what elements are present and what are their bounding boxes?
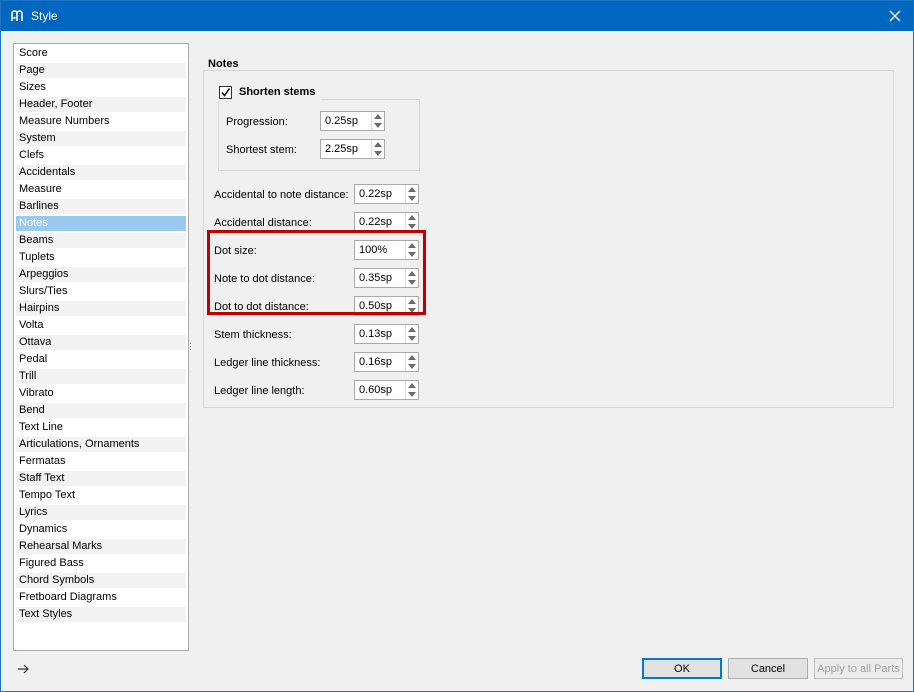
sidebar-item-barlines[interactable]: Barlines <box>16 199 186 214</box>
accidental-distance-spinbox[interactable]: 0.22sp <box>354 212 419 232</box>
accidental-distance-value[interactable]: 0.22sp <box>359 216 392 228</box>
musescore-app-icon <box>11 10 23 21</box>
sidebar-item-score[interactable]: Score <box>16 46 186 61</box>
spin-down-icon[interactable] <box>406 390 418 399</box>
spin-down-icon[interactable] <box>372 149 384 158</box>
sidebar-item-ottava[interactable]: Ottava <box>16 335 186 350</box>
progression-spinbox[interactable]: 0.25sp <box>320 111 385 131</box>
sidebar-item-dynamics[interactable]: Dynamics <box>16 522 186 537</box>
checkmark-icon <box>221 87 231 97</box>
sidebar-item-page[interactable]: Page <box>16 63 186 78</box>
sidebar-item-clefs[interactable]: Clefs <box>16 148 186 163</box>
spin-down-icon[interactable] <box>406 194 418 203</box>
spin-up-icon[interactable] <box>406 213 418 222</box>
sidebar-item-trill[interactable]: Trill <box>16 369 186 384</box>
spin-down-icon[interactable] <box>406 334 418 343</box>
spin-down-icon[interactable] <box>406 362 418 371</box>
sidebar-item-staff-text[interactable]: Staff Text <box>16 471 186 486</box>
spin-up-icon[interactable] <box>406 185 418 194</box>
accidental-to-note-distance-label: Accidental to note distance: <box>214 189 349 201</box>
sidebar-item-notes[interactable]: Notes <box>16 216 186 231</box>
cancel-button[interactable]: Cancel <box>728 658 808 679</box>
spin-down-icon[interactable] <box>372 121 384 130</box>
sidebar-item-rehearsal-marks[interactable]: Rehearsal Marks <box>16 539 186 554</box>
sidebar-item-bend[interactable]: Bend <box>16 403 186 418</box>
accidental-to-note-distance-value[interactable]: 0.22sp <box>359 188 392 200</box>
sidebar-item-arpeggios[interactable]: Arpeggios <box>16 267 186 282</box>
spin-up-icon[interactable] <box>372 140 384 149</box>
sidebar-item-header-footer[interactable]: Header, Footer <box>16 97 186 112</box>
stem-thickness-spinbox[interactable]: 0.13sp <box>354 324 419 344</box>
ledger-line-thickness-spinbox[interactable]: 0.16sp <box>354 352 419 372</box>
shorten-stems-label: Shorten stems <box>239 86 316 98</box>
accidental-distance-label: Accidental distance: <box>214 217 312 229</box>
ledger-line-length-label: Ledger line length: <box>214 385 305 397</box>
ledger-line-length-spinbox[interactable]: 0.60sp <box>354 380 419 400</box>
stem-thickness-label: Stem thickness: <box>214 329 292 341</box>
sidebar-item-vibrato[interactable]: Vibrato <box>16 386 186 401</box>
sidebar-item-text-line[interactable]: Text Line <box>16 420 186 435</box>
shorten-stems-checkbox[interactable]: Shorten stems <box>215 83 322 101</box>
ledger-line-length-value[interactable]: 0.60sp <box>359 384 392 396</box>
shorten-stems-group <box>218 99 420 171</box>
style-category-list: Score Page Sizes Header, Footer Measure Numb… <box>13 43 189 651</box>
sidebar-item-beams[interactable]: Beams <box>16 233 186 248</box>
highlight-annotation-box <box>207 230 426 315</box>
sidebar-item-system[interactable]: System <box>16 131 186 146</box>
ledger-line-thickness-label: Ledger line thickness: <box>214 357 321 369</box>
ok-button[interactable]: OK <box>642 658 722 679</box>
sidebar-item-slurs-ties[interactable]: Slurs/Ties <box>16 284 186 299</box>
stem-thickness-value[interactable]: 0.13sp <box>359 328 392 340</box>
apply-to-all-parts-button[interactable]: Apply to all Parts <box>814 658 903 679</box>
style-dialog: Style Score Page Sizes Header, Footer Measur… <box>0 0 914 692</box>
accidental-to-note-distance-spinbox[interactable]: 0.22sp <box>354 184 419 204</box>
arrow-right-icon[interactable] <box>15 661 31 677</box>
progression-label: Progression: <box>226 116 288 128</box>
shortest-stem-value[interactable]: 2.25sp <box>325 143 358 155</box>
close-icon <box>889 10 901 22</box>
sidebar-item-pedal[interactable]: Pedal <box>16 352 186 367</box>
sidebar-item-accidentals[interactable]: Accidentals <box>16 165 186 180</box>
sidebar-item-hairpins[interactable]: Hairpins <box>16 301 186 316</box>
spin-up-icon[interactable] <box>406 381 418 390</box>
spin-up-icon[interactable] <box>406 325 418 334</box>
ledger-line-thickness-value[interactable]: 0.16sp <box>359 356 392 368</box>
shortest-stem-spinbox[interactable]: 2.25sp <box>320 139 385 159</box>
title-bar: Style <box>1 1 913 31</box>
sidebar-item-lyrics[interactable]: Lyrics <box>16 505 186 520</box>
sidebar-item-tempo-text[interactable]: Tempo Text <box>16 488 186 503</box>
sidebar-item-articulations-ornaments[interactable]: Articulations, Ornaments <box>16 437 186 452</box>
progression-value[interactable]: 0.25sp <box>325 115 358 127</box>
window-title: Style <box>31 9 58 23</box>
shortest-stem-label: Shortest stem: <box>226 144 297 156</box>
sidebar-item-chord-symbols[interactable]: Chord Symbols <box>16 573 186 588</box>
sidebar-item-fermatas[interactable]: Fermatas <box>16 454 186 469</box>
sidebar-item-measure-numbers[interactable]: Measure Numbers <box>16 114 186 129</box>
sidebar-item-fretboard-diagrams[interactable]: Fretboard Diagrams <box>16 590 186 605</box>
sidebar-item-text-styles[interactable]: Text Styles <box>16 607 186 622</box>
sidebar-item-figured-bass[interactable]: Figured Bass <box>16 556 186 571</box>
sidebar-item-measure[interactable]: Measure <box>16 182 186 197</box>
spin-up-icon[interactable] <box>406 353 418 362</box>
spin-up-icon[interactable] <box>372 112 384 121</box>
checkbox-box[interactable] <box>219 85 232 99</box>
sidebar-item-tuplets[interactable]: Tuplets <box>16 250 186 265</box>
sidebar-item-volta[interactable]: Volta <box>16 318 186 333</box>
sidebar-item-sizes[interactable]: Sizes <box>16 80 186 95</box>
close-button[interactable] <box>877 1 913 31</box>
splitter-handle[interactable] <box>189 341 192 355</box>
notes-group-title: Notes <box>208 58 239 70</box>
